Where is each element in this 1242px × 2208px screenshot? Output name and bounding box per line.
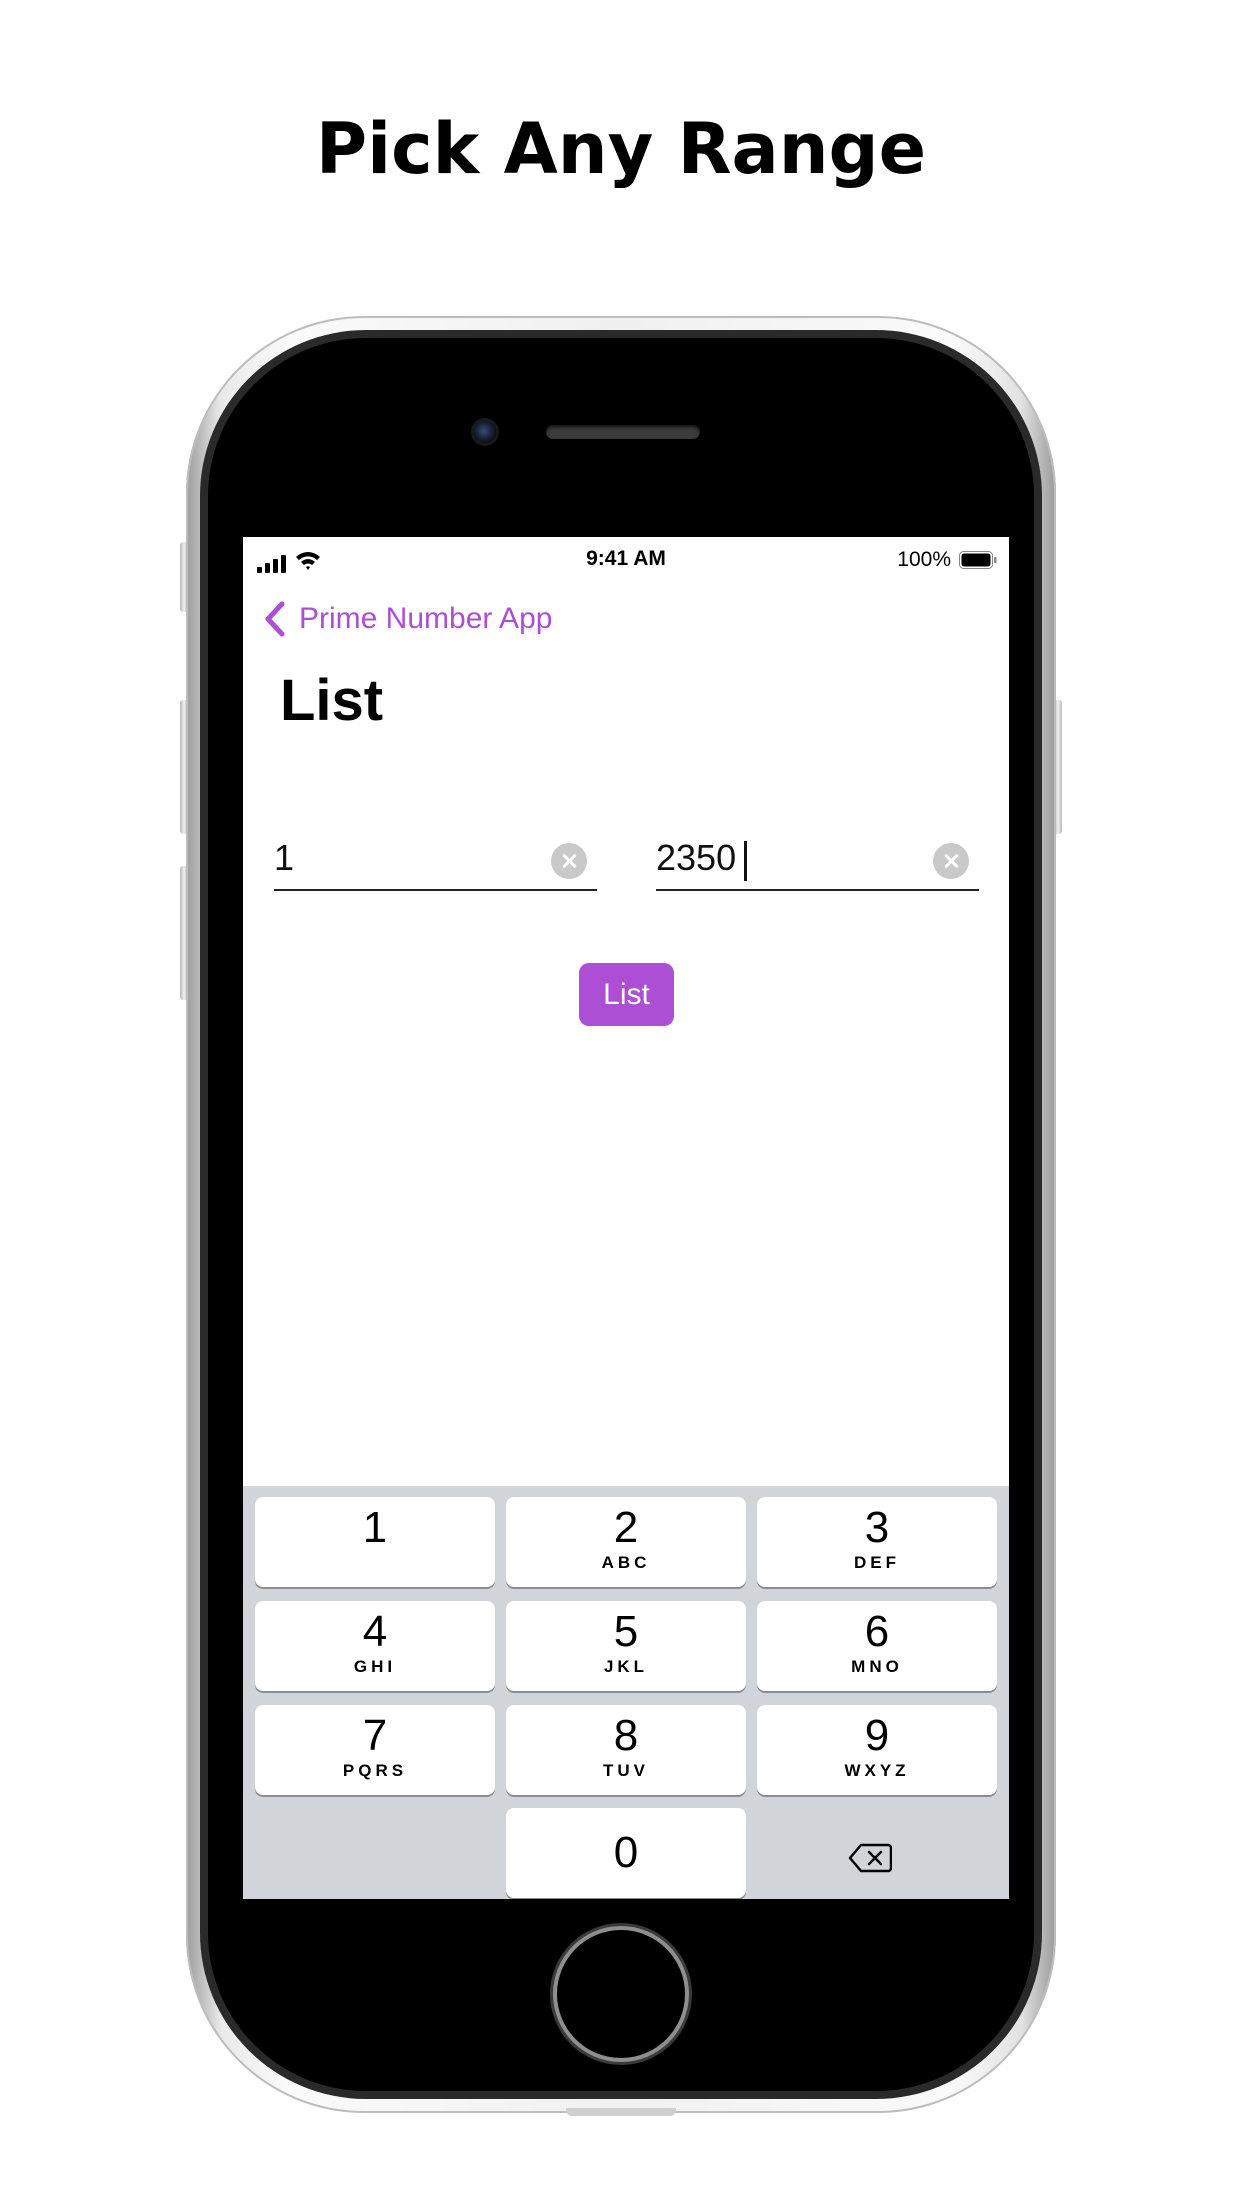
home-button[interactable]	[557, 1930, 685, 2058]
key-letters: WXYZ	[844, 1761, 910, 1780]
clear-end-button[interactable]	[933, 843, 969, 879]
key-3[interactable]: 3 DEF	[757, 1497, 997, 1587]
key-digit: 3	[864, 1503, 890, 1552]
key-2[interactable]: 2 ABC	[506, 1497, 746, 1587]
status-bar: 9:41 AM 100%	[243, 537, 1009, 579]
chevron-left-icon	[265, 601, 285, 637]
key-letters: TUV	[603, 1761, 649, 1780]
key-digit: 2	[613, 1503, 639, 1552]
range-end-input[interactable]	[656, 833, 916, 883]
battery-icon	[959, 551, 997, 569]
bottom-edge	[566, 2108, 676, 2116]
range-end-field	[656, 827, 979, 891]
key-7[interactable]: 7 PQRS	[255, 1705, 495, 1795]
key-5[interactable]: 5 JKL	[506, 1601, 746, 1691]
key-letters: MNO	[851, 1657, 903, 1676]
number-keypad: 1 2 ABC 3 DEF 4 GHI 5 JKL 6 MNO 7 PQRS 8…	[243, 1486, 1009, 1899]
key-6[interactable]: 6 MNO	[757, 1601, 997, 1691]
status-time: 9:41 AM	[586, 547, 666, 570]
key-digit: 8	[613, 1711, 639, 1760]
key-9[interactable]: 9 WXYZ	[757, 1705, 997, 1795]
key-letters: GHI	[353, 1657, 397, 1676]
key-digit: 6	[864, 1607, 890, 1656]
key-digit: 7	[362, 1711, 388, 1760]
key-1[interactable]: 1	[255, 1497, 495, 1587]
key-digit: 4	[362, 1607, 388, 1656]
key-digit: 5	[613, 1607, 639, 1656]
battery-percentage: 100%	[897, 548, 951, 571]
text-cursor	[744, 841, 747, 881]
clear-start-button[interactable]	[551, 843, 587, 879]
page-title: List	[280, 668, 384, 733]
key-digit: 0	[613, 1828, 639, 1877]
back-button-label: Prime Number App	[299, 602, 553, 635]
key-0[interactable]: 0	[506, 1808, 746, 1898]
range-start-input[interactable]	[274, 833, 534, 883]
earpiece-speaker	[546, 425, 700, 439]
key-letters: DEF	[854, 1553, 900, 1572]
key-digit: 9	[864, 1711, 890, 1760]
delete-key[interactable]	[748, 1811, 988, 1899]
back-button[interactable]: Prime Number App	[263, 599, 552, 639]
backspace-icon	[848, 1843, 892, 1873]
key-digit: 1	[362, 1503, 388, 1552]
front-camera	[474, 421, 496, 443]
app-store-screenshot: Pick Any Range 9:41 AM 100% Prime Number…	[0, 0, 1242, 2208]
key-letters: JKL	[603, 1657, 649, 1676]
device-screen: 9:41 AM 100% Prime Number App List List	[243, 537, 1009, 1899]
promo-headline: Pick Any Range	[315, 108, 927, 190]
key-letters: ABC	[601, 1553, 651, 1572]
range-start-field	[274, 827, 597, 891]
key-letters: PQRS	[342, 1761, 408, 1780]
key-4[interactable]: 4 GHI	[255, 1601, 495, 1691]
list-button[interactable]: List	[579, 963, 674, 1026]
key-8[interactable]: 8 TUV	[506, 1705, 746, 1795]
